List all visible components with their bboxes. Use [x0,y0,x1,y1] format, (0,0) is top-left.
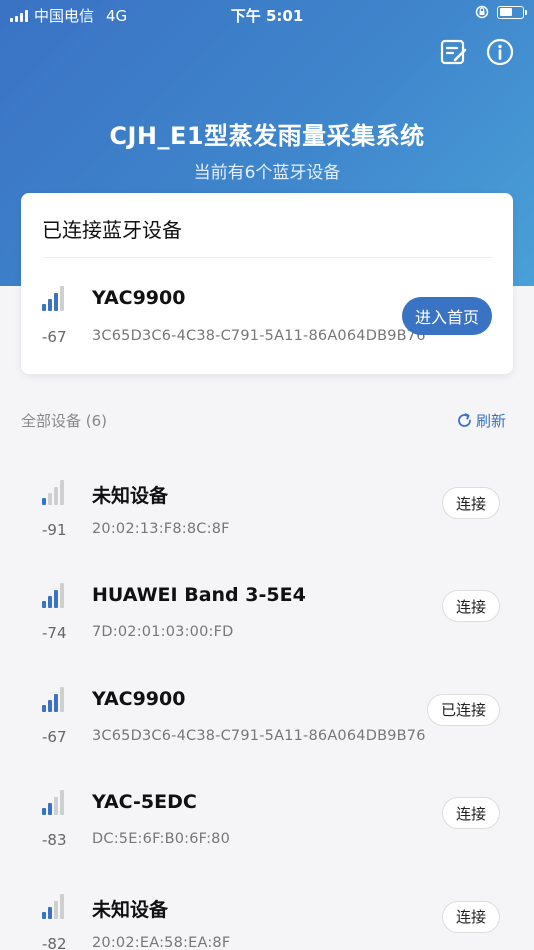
signal-strength-icon [42,285,72,311]
list-item[interactable]: -83 YAC-5EDC DC:5E:6F:B0:6F:80 连接 [0,762,534,865]
connected-section-title: 已连接蓝牙设备 [42,218,182,242]
divider [42,257,492,258]
device-name: HUAWEI Band 3-5E4 [92,584,306,607]
device-rssi: -82 [42,934,67,950]
device-id: 3C65D3C6-4C38-C791-5A11-86A064DB9B76 [92,328,426,344]
device-count-subtitle: 当前有6个蓝牙设备 [193,163,341,183]
device-id: DC:5E:6F:B0:6F:80 [92,831,231,848]
device-list: -91 未知设备 20:02:13:F8:8C:8F 连接 -74 HUAWEI… [0,452,534,950]
page-title: CJH_E1型蒸发雨量采集系统 [109,122,425,150]
device-id: 7D:02:01:03:00:FD [92,624,234,641]
device-rssi: -91 [42,521,67,539]
rotation-lock-icon [475,5,489,19]
connect-button[interactable]: 连接 [442,797,500,830]
list-item[interactable]: -91 未知设备 20:02:13:F8:8C:8F 连接 [0,452,534,555]
signal-strength-icon [42,582,72,609]
refresh-icon [458,413,471,427]
connect-button[interactable]: 连接 [442,900,500,933]
list-item[interactable]: -74 HUAWEI Band 3-5E4 7D:02:01:03:00:FD … [0,555,534,658]
battery-icon [497,5,527,19]
connect-button[interactable]: 连接 [442,487,500,519]
signal-strength-icon [42,789,72,816]
enter-home-button[interactable]: 进入首页 [402,297,492,335]
connect-button[interactable]: 连接 [442,590,500,623]
device-name: YAC9900 [92,287,186,309]
device-rssi: -83 [42,831,67,850]
all-devices-label: 全部设备 (6) [21,412,108,430]
device-rssi: -67 [42,328,67,346]
refresh-label: 刷新 [475,412,506,430]
signal-strength-icon [42,479,72,505]
device-name: 未知设备 [92,485,169,507]
device-name: YAC-5EDC [92,791,197,814]
list-item[interactable]: -82 未知设备 20:02:EA:58:EA:8F 连接 [0,866,534,950]
connected-status-button[interactable]: 已连接 [427,693,500,726]
connected-device-card: 已连接蓝牙设备 -67 YAC9900 3C65D3C6-4C38-C791-5… [21,193,513,374]
list-item[interactable]: -67 YAC9900 3C65D3C6-4C38-C791-5A11-86A0… [0,659,534,762]
signal-strength-icon [42,893,72,919]
device-rssi: -74 [42,624,67,643]
device-name: YAC9900 [92,687,186,710]
status-bar: 中国电信 4G 下午 5:01 [0,0,534,28]
status-time: 下午 5:01 [230,7,304,25]
device-rssi: -67 [42,727,67,746]
info-icon[interactable] [486,38,514,66]
device-id: 3C65D3C6-4C38-C791-5A11-86A064DB9B76 [92,727,426,744]
edit-note-icon[interactable] [440,38,468,66]
device-id: 20:02:EA:58:EA:8F [92,934,231,950]
device-name: 未知设备 [92,898,169,921]
signal-strength-icon [42,686,72,712]
refresh-button[interactable]: 刷新 [456,410,506,431]
device-id: 20:02:13:F8:8C:8F [92,521,230,537]
